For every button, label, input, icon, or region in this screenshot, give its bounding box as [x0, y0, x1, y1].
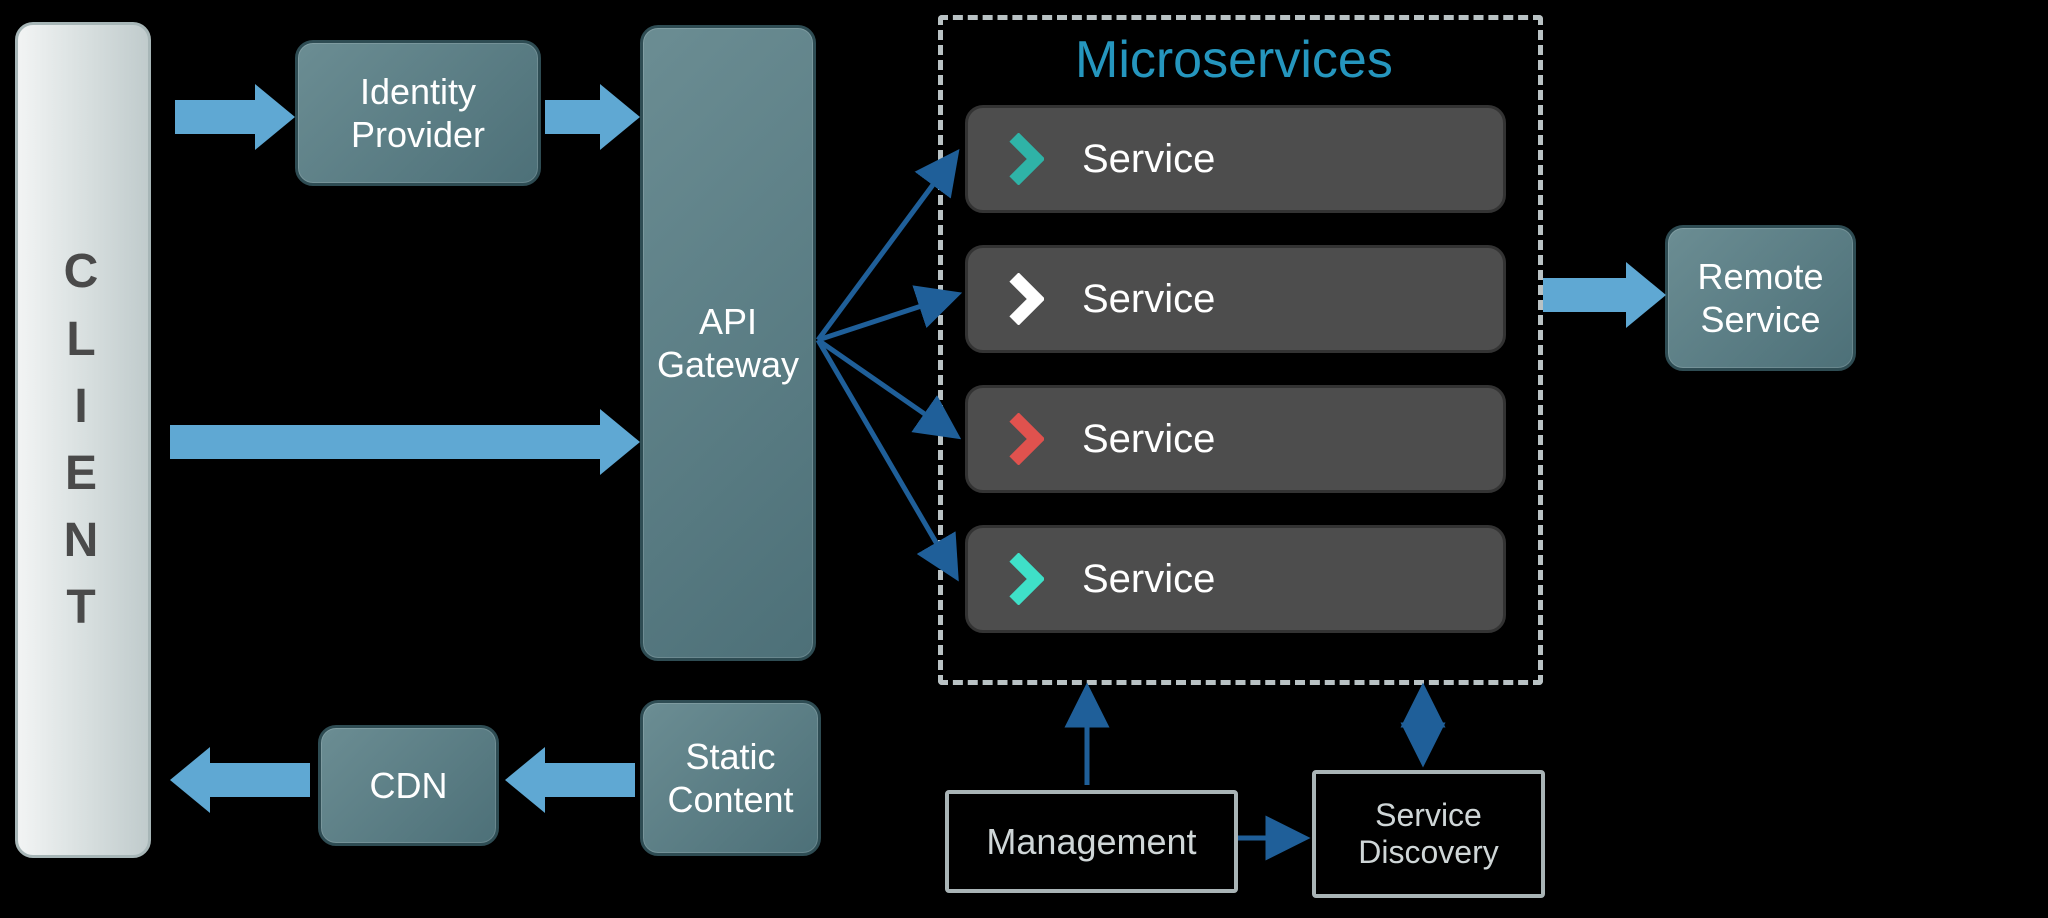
static-content-box: Static Content	[640, 700, 821, 856]
client-letter: N	[64, 507, 103, 574]
cdn-label: CDN	[370, 764, 448, 807]
client-letter: I	[74, 373, 91, 440]
cdn-box: CDN	[318, 725, 499, 846]
service-label: Service	[1082, 557, 1215, 602]
identity-provider-box: Identity Provider	[295, 40, 541, 186]
client-letter: E	[65, 440, 101, 507]
service-label: Service	[1082, 277, 1215, 322]
api-gateway-label: API Gateway	[657, 300, 799, 386]
static-content-label: Static Content	[667, 735, 793, 821]
management-box: Management	[945, 790, 1238, 893]
service-row-3: Service	[965, 385, 1506, 493]
diagram-stage: C L I E N T Identity Provider API Gatewa…	[0, 0, 2048, 918]
management-label: Management	[986, 821, 1196, 863]
service-row-1: Service	[965, 105, 1506, 213]
service-discovery-label: Service Discovery	[1358, 797, 1498, 871]
identity-provider-label: Identity Provider	[351, 70, 485, 156]
chevron-icon	[1008, 413, 1044, 465]
service-label: Service	[1082, 137, 1215, 182]
chevron-icon	[1008, 553, 1044, 605]
client-letter: T	[66, 574, 99, 641]
remote-service-label: Remote Service	[1697, 255, 1823, 341]
chevron-icon	[1008, 133, 1044, 185]
service-label: Service	[1082, 417, 1215, 462]
client-letter: C	[64, 238, 103, 305]
chevron-icon	[1008, 273, 1044, 325]
remote-service-box: Remote Service	[1665, 225, 1856, 371]
client-box: C L I E N T	[15, 22, 151, 858]
client-letter: L	[66, 306, 99, 373]
service-row-2: Service	[965, 245, 1506, 353]
microservices-title: Microservices	[1075, 30, 1393, 90]
service-discovery-box: Service Discovery	[1312, 770, 1545, 898]
api-gateway-box: API Gateway	[640, 25, 816, 661]
service-row-4: Service	[965, 525, 1506, 633]
